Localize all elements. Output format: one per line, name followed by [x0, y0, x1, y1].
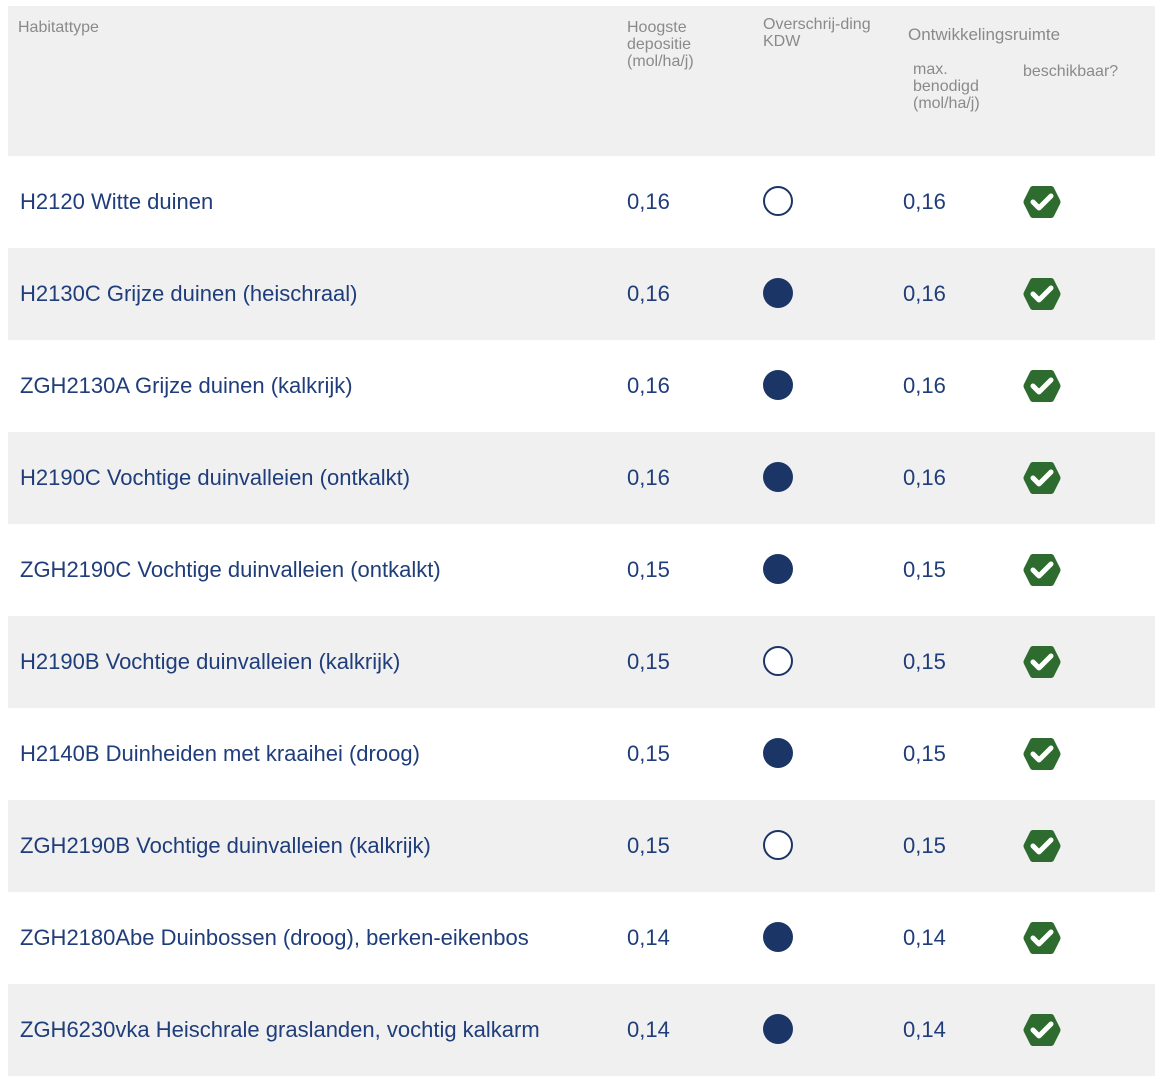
check-hexagon-icon [1023, 186, 1061, 218]
header-ontwikkelingsruimte: Ontwikkelingsruimte [908, 25, 1061, 44]
kdw-status-cell [763, 462, 795, 494]
empty-circle-icon [763, 186, 793, 216]
check-hexagon-icon [1023, 830, 1061, 862]
table-row[interactable]: ZGH2180Abe Duinbossen (droog), berken-ei… [8, 892, 1155, 984]
header-hoogste-depositie-label: Hoogste depositie (mol/ha/j) [627, 19, 694, 70]
habitat-table: Habitattype Hoogste depositie (mol/ha/j)… [8, 6, 1155, 1076]
beschikbaar-cell [1022, 182, 1062, 222]
kdw-status-cell [763, 646, 795, 678]
habitat-name[interactable]: ZGH2180Abe Duinbossen (droog), berken-ei… [20, 925, 529, 951]
header-hoogste-depositie: Hoogste depositie (mol/ha/j) [627, 19, 727, 70]
beschikbaar-cell [1022, 826, 1062, 866]
filled-circle-icon [763, 278, 793, 308]
max-benodigd-value: 0,15 [903, 557, 946, 582]
beschikbaar-cell [1022, 366, 1062, 406]
habitat-name[interactable]: ZGH2190C Vochtige duinvalleien (ontkalkt… [20, 557, 441, 583]
table-header: Habitattype Hoogste depositie (mol/ha/j)… [8, 6, 1155, 156]
table-row[interactable]: H2130C Grijze duinen (heischraal) 0,16 0,1… [8, 248, 1155, 340]
kdw-status-cell [763, 186, 795, 218]
header-max-benodigd: max. benodigd (mol/ha/j) [913, 61, 1013, 112]
empty-circle-icon [763, 830, 793, 860]
check-hexagon-icon [1023, 462, 1061, 494]
max-benodigd-value: 0,16 [903, 465, 946, 490]
check-hexagon-icon [1023, 738, 1061, 770]
header-beschikbaar: beschikbaar? [1023, 63, 1119, 80]
max-benodigd-value: 0,14 [903, 1017, 946, 1042]
kdw-status-cell [763, 370, 795, 402]
habitat-name[interactable]: ZGH2130A Grijze duinen (kalkrijk) [20, 373, 353, 399]
hoogste-depositie-value: 0,16 [627, 373, 670, 398]
kdw-status-cell [763, 554, 795, 586]
kdw-status-cell [763, 738, 795, 770]
hoogste-depositie-value: 0,16 [627, 189, 670, 214]
habitat-name[interactable]: H2130C Grijze duinen (heischraal) [20, 281, 358, 307]
table-row[interactable]: ZGH2190B Vochtige duinvalleien (kalkrijk… [8, 800, 1155, 892]
table-body: H2120 Witte duinen 0,16 0,16 H2130C Grijze … [8, 156, 1155, 1076]
hoogste-depositie-value: 0,15 [627, 833, 670, 858]
kdw-status-cell [763, 830, 795, 862]
max-benodigd-value: 0,15 [903, 649, 946, 674]
hoogste-depositie-value: 0,15 [627, 649, 670, 674]
table-row[interactable]: H2140B Duinheiden met kraaihei (droog) 0,… [8, 708, 1155, 800]
filled-circle-icon [763, 738, 793, 768]
beschikbaar-cell [1022, 274, 1062, 314]
beschikbaar-cell [1022, 734, 1062, 774]
header-overschrijding-kdw: Overschrij-ding KDW [763, 16, 873, 50]
hoogste-depositie-value: 0,14 [627, 925, 670, 950]
habitat-name[interactable]: H2190C Vochtige duinvalleien (ontkalkt) [20, 465, 410, 491]
habitat-name[interactable]: ZGH6230vka Heischrale graslanden, vochti… [20, 1017, 540, 1043]
table-row[interactable]: ZGH6230vka Heischrale graslanden, vochti… [8, 984, 1155, 1076]
max-benodigd-value: 0,15 [903, 741, 946, 766]
max-benodigd-value: 0,16 [903, 189, 946, 214]
check-hexagon-icon [1023, 278, 1061, 310]
header-overschrijding-kdw-label: Overschrij-ding KDW [763, 16, 871, 50]
habitat-name[interactable]: H2190B Vochtige duinvalleien (kalkrijk) [20, 649, 400, 675]
check-hexagon-icon [1023, 370, 1061, 402]
hoogste-depositie-value: 0,16 [627, 281, 670, 306]
max-benodigd-value: 0,15 [903, 833, 946, 858]
beschikbaar-cell [1022, 918, 1062, 958]
max-benodigd-value: 0,14 [903, 925, 946, 950]
header-habitattype: Habitattype [18, 19, 99, 36]
hoogste-depositie-value: 0,15 [627, 557, 670, 582]
hoogste-depositie-value: 0,16 [627, 465, 670, 490]
check-hexagon-icon [1023, 646, 1061, 678]
table-row[interactable]: H2120 Witte duinen 0,16 0,16 [8, 156, 1155, 248]
kdw-status-cell [763, 1014, 795, 1046]
beschikbaar-cell [1022, 550, 1062, 590]
kdw-status-cell [763, 922, 795, 954]
habitat-name[interactable]: H2120 Witte duinen [20, 189, 213, 215]
header-max-benodigd-label: max. benodigd (mol/ha/j) [913, 61, 980, 112]
beschikbaar-cell [1022, 642, 1062, 682]
habitat-name[interactable]: ZGH2190B Vochtige duinvalleien (kalkrijk… [20, 833, 431, 859]
beschikbaar-cell [1022, 458, 1062, 498]
table-row[interactable]: ZGH2190C Vochtige duinvalleien (ontkalkt… [8, 524, 1155, 616]
beschikbaar-cell [1022, 1010, 1062, 1050]
habitat-name[interactable]: H2140B Duinheiden met kraaihei (droog) [20, 741, 420, 767]
filled-circle-icon [763, 554, 793, 584]
max-benodigd-value: 0,16 [903, 281, 946, 306]
check-hexagon-icon [1023, 1014, 1061, 1046]
table-row[interactable]: ZGH2130A Grijze duinen (kalkrijk) 0,16 0,1… [8, 340, 1155, 432]
empty-circle-icon [763, 646, 793, 676]
filled-circle-icon [763, 462, 793, 492]
hoogste-depositie-value: 0,14 [627, 1017, 670, 1042]
table-row[interactable]: H2190B Vochtige duinvalleien (kalkrijk) 0… [8, 616, 1155, 708]
check-hexagon-icon [1023, 554, 1061, 586]
check-hexagon-icon [1023, 922, 1061, 954]
table-row[interactable]: H2190C Vochtige duinvalleien (ontkalkt) 0… [8, 432, 1155, 524]
filled-circle-icon [763, 922, 793, 952]
filled-circle-icon [763, 370, 793, 400]
kdw-status-cell [763, 278, 795, 310]
filled-circle-icon [763, 1014, 793, 1044]
max-benodigd-value: 0,16 [903, 373, 946, 398]
hoogste-depositie-value: 0,15 [627, 741, 670, 766]
